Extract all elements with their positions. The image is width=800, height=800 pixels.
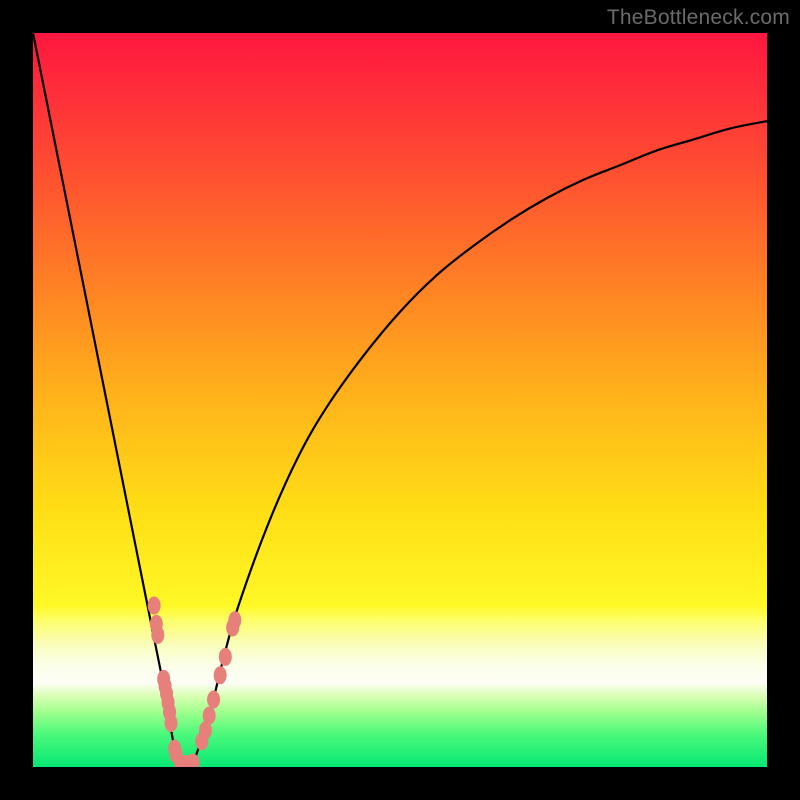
curve-layer xyxy=(33,33,767,767)
data-marker xyxy=(219,648,232,666)
data-marker xyxy=(164,714,177,732)
data-marker xyxy=(148,597,161,615)
bottleneck-curve-left xyxy=(33,33,178,762)
data-marker xyxy=(207,690,220,708)
data-marker xyxy=(203,707,216,725)
watermark-text: TheBottleneck.com xyxy=(607,6,790,30)
plot-area xyxy=(33,33,767,767)
data-marker xyxy=(214,666,227,684)
data-marker xyxy=(228,611,241,629)
data-marker xyxy=(151,626,164,644)
bottleneck-curve-right xyxy=(194,121,767,760)
chart-frame: TheBottleneck.com xyxy=(0,0,800,800)
data-markers xyxy=(148,597,242,767)
